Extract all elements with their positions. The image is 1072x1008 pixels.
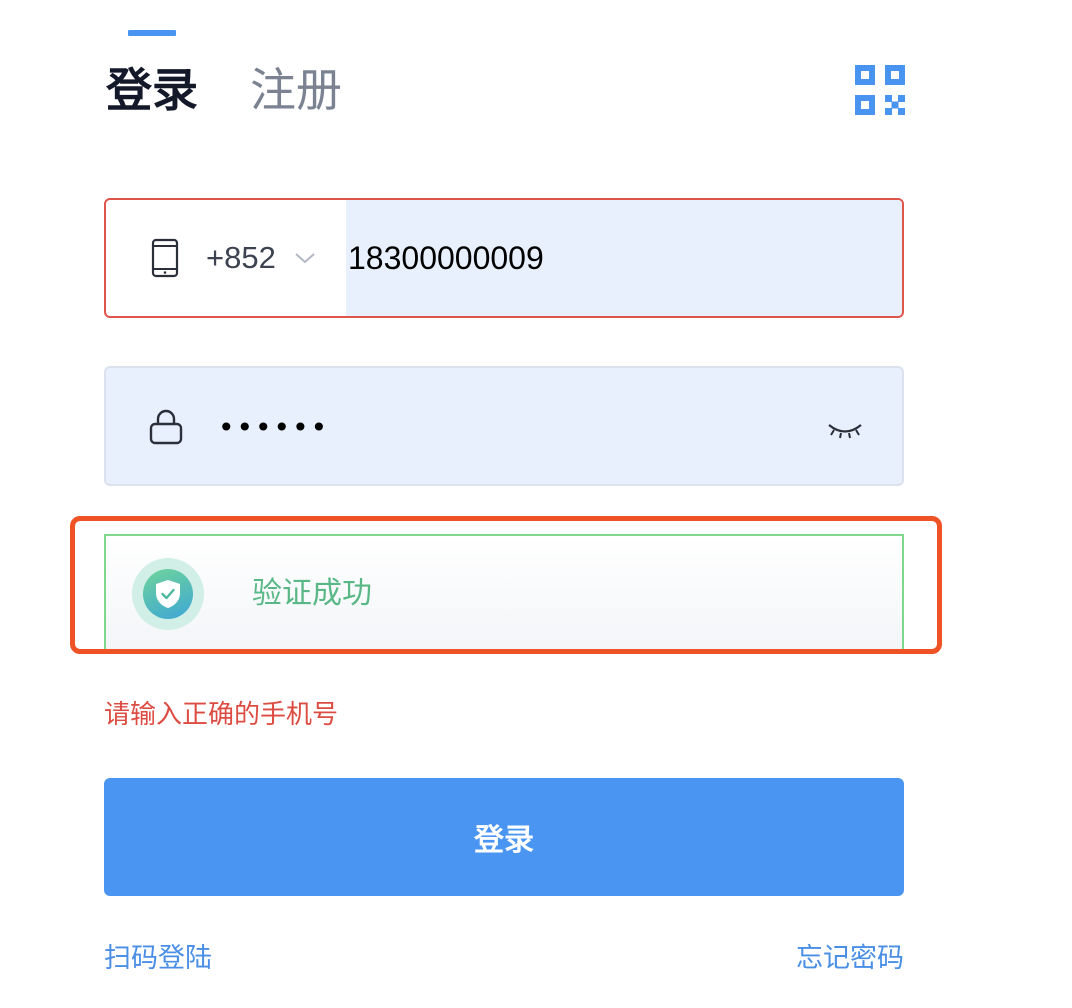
verification-status: 验证成功 — [252, 576, 372, 611]
verification-badge — [132, 558, 204, 630]
country-code-select[interactable]: +852 — [206, 236, 316, 280]
error-message: 请输入正确的手机号 — [104, 700, 339, 730]
mobile-phone-icon — [150, 238, 180, 278]
scan-login-link[interactable]: 扫码登陆 — [104, 940, 212, 978]
phone-field: +852 — [104, 198, 904, 318]
password-input[interactable] — [216, 368, 780, 484]
tab-login[interactable]: 登录 — [106, 60, 198, 120]
login-button[interactable]: 登录 — [104, 778, 904, 896]
eye-closed-icon[interactable] — [826, 420, 864, 444]
lock-icon — [148, 408, 184, 446]
active-tab-indicator — [128, 30, 176, 36]
forgot-password-link[interactable]: 忘记密码 — [796, 940, 904, 978]
password-field — [104, 366, 904, 486]
chevron-down-icon — [295, 253, 315, 264]
country-code-value: +852 — [206, 240, 276, 275]
tab-register[interactable]: 注册 — [250, 60, 342, 120]
verification-slider[interactable]: 验证成功 — [104, 534, 904, 654]
phone-number-input[interactable] — [346, 200, 902, 316]
shield-check-icon — [156, 580, 180, 608]
qr-code-icon[interactable] — [855, 65, 905, 115]
